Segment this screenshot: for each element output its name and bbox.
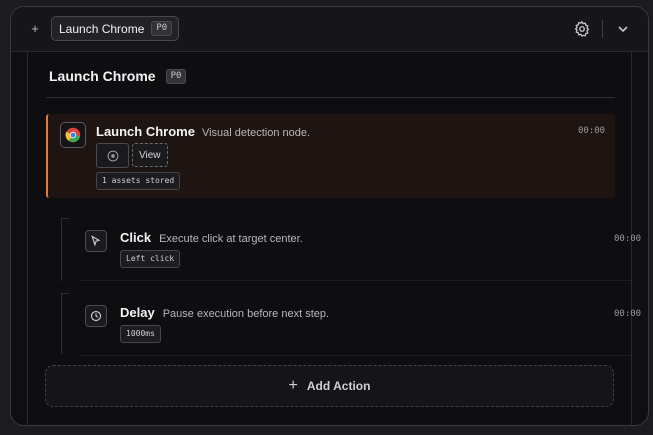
panel-toolbar: + Launch Chrome P0 — [11, 7, 648, 52]
step-timestamp: 00:00 — [614, 309, 642, 319]
header-divider — [46, 97, 615, 98]
gear-icon[interactable] — [573, 20, 591, 38]
step-tag: Left click — [120, 250, 181, 268]
page-title: Launch Chrome — [49, 68, 156, 84]
step-delay[interactable]: Delay Pause execution before next step. — [120, 305, 329, 320]
step-timestamp: 00:00 — [614, 234, 642, 244]
step-description: Pause execution before next step. — [162, 308, 330, 320]
step-description: Execute click at target center. — [159, 233, 303, 245]
workflow-header: Launch Chrome P0 — [49, 68, 187, 84]
tab-priority-badge: P0 — [151, 21, 173, 36]
view-button[interactable]: View — [132, 143, 168, 167]
assets-badge: 1 assets stored — [96, 172, 181, 190]
workflow-panel: + Launch Chrome P0 Launch Chrome P0 Laun… — [10, 6, 649, 426]
tree-connector — [61, 218, 69, 219]
asset-thumbnail[interactable] — [96, 143, 129, 168]
workflow-content: Launch Chrome P0 Launch Chrome Visual de… — [27, 52, 641, 425]
chrome-icon — [60, 122, 86, 148]
add-action-button[interactable]: + Add Action — [45, 365, 614, 407]
step-title: Click — [120, 230, 152, 245]
tree-connector — [61, 219, 62, 281]
chevron-down-icon[interactable] — [615, 21, 631, 37]
priority-badge: P0 — [165, 68, 187, 84]
row-divider — [80, 355, 631, 356]
node-launch-chrome[interactable]: Launch Chrome Visual detection node. 00:… — [46, 114, 615, 198]
node-title-row: Launch Chrome Visual detection node. — [96, 124, 310, 139]
step-title: Delay — [120, 305, 155, 320]
node-title: Launch Chrome — [96, 124, 195, 139]
tree-connector — [61, 293, 69, 294]
tab-launch-chrome[interactable]: Launch Chrome P0 — [51, 16, 180, 41]
tree-connector — [61, 294, 62, 354]
row-divider — [80, 280, 631, 281]
tab-label: Launch Chrome — [59, 21, 145, 36]
add-action-label: Add Action — [306, 379, 371, 393]
node-timestamp: 00:00 — [578, 126, 606, 136]
node-description: Visual detection node. — [201, 127, 311, 139]
toolbar-divider — [602, 20, 603, 38]
clock-icon — [85, 305, 107, 327]
plus-icon: + — [288, 377, 298, 394]
step-click[interactable]: Click Execute click at target center. — [120, 230, 303, 245]
step-tag: 1000ms — [120, 325, 161, 343]
add-tab-button[interactable]: + — [28, 21, 42, 37]
cursor-icon — [85, 230, 107, 252]
